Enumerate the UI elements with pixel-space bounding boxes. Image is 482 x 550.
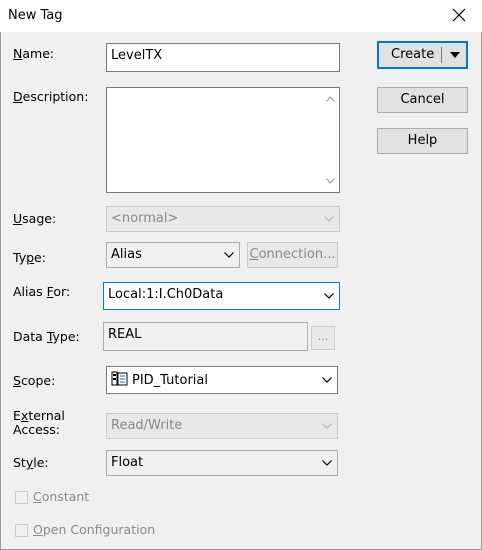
external-access-label: External Access: [13, 408, 65, 437]
alias-for-label: Alias For: [13, 284, 71, 299]
scope-select[interactable]: PID_Tutorial [106, 366, 338, 394]
data-type-value: REAL [108, 327, 142, 342]
controller-tag-icon [111, 371, 128, 386]
type-select[interactable]: Alias [106, 242, 240, 268]
external-access-value: Read/Write [111, 418, 183, 433]
create-button[interactable]: Create [377, 41, 468, 69]
data-type-field: REAL [103, 322, 308, 351]
close-icon[interactable] [450, 6, 468, 24]
data-type-label: Data Type: [13, 329, 80, 344]
chevron-down-icon [224, 252, 234, 258]
external-access-select[interactable]: Read/Write [106, 413, 338, 439]
name-value: LevelTX [111, 48, 163, 63]
alias-for-select[interactable]: Local:1:I.Ch0Data [103, 282, 340, 310]
name-input[interactable]: LevelTX [106, 43, 340, 72]
usage-value: <normal> [111, 211, 179, 226]
style-label: Style: [13, 455, 49, 470]
constant-checkbox[interactable] [15, 491, 28, 504]
usage-select[interactable]: <normal> [106, 206, 340, 232]
type-value: Alias [111, 247, 142, 262]
chevron-down-icon [322, 423, 332, 429]
style-select[interactable]: Float [106, 450, 338, 476]
constant-label: Constant [33, 489, 90, 504]
open-configuration-checkbox[interactable] [15, 524, 28, 537]
chevron-down-icon [322, 377, 332, 383]
alias-for-value: Local:1:I.Ch0Data [108, 287, 224, 302]
name-label: Name: [13, 46, 55, 61]
connection-button[interactable]: Connection... [247, 242, 338, 268]
title-bar: New Tag [0, 0, 482, 32]
type-label: Type: [13, 250, 46, 265]
description-input[interactable] [106, 87, 340, 193]
style-value: Float [111, 455, 144, 470]
create-label: Create [391, 47, 435, 62]
description-label: Description: [13, 89, 89, 104]
create-dropdown-arrow-icon[interactable] [450, 52, 460, 58]
scope-label: Scope: [13, 373, 56, 388]
open-configuration-label: Open Configuration [33, 522, 156, 537]
help-button[interactable]: Help [377, 128, 468, 154]
scroll-down-arrow-icon[interactable] [326, 178, 335, 184]
usage-label: Usage: [13, 211, 57, 226]
window-title: New Tag [8, 8, 63, 23]
chevron-down-icon [322, 460, 332, 466]
chevron-down-icon [324, 216, 334, 222]
browse-data-type-button[interactable]: ... [311, 326, 335, 350]
dialog-body: Name: LevelTX Description: Usage: <norma… [0, 32, 482, 550]
scope-value: PID_Tutorial [132, 373, 208, 388]
cancel-button[interactable]: Cancel [377, 87, 468, 113]
description-scrollbar[interactable] [322, 88, 339, 192]
scroll-up-arrow-icon[interactable] [326, 96, 335, 102]
create-split-divider [441, 47, 442, 63]
chevron-down-icon [324, 293, 334, 299]
